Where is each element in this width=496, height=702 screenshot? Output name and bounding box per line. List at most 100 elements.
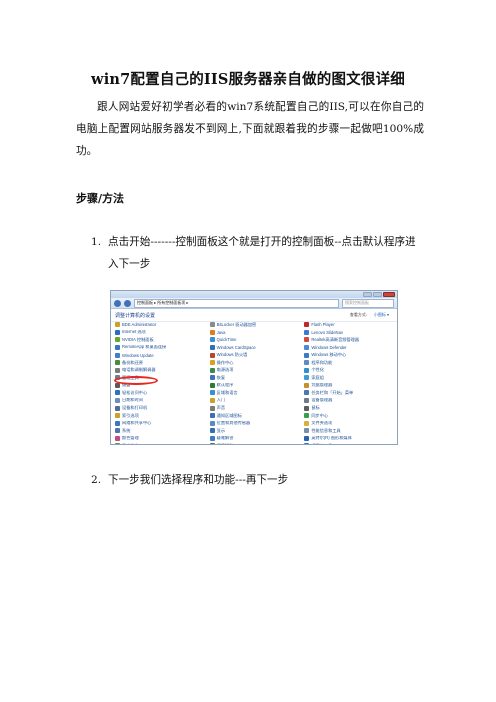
control-panel-item-icon xyxy=(115,337,120,343)
control-panel-item: 同步中心 xyxy=(304,413,393,419)
control-panel-item-label: 显示 xyxy=(216,428,226,433)
control-panel-item: 通知区域图标 xyxy=(209,413,299,419)
forward-icon xyxy=(124,299,131,307)
search-field: 搜索控制面板 xyxy=(342,298,394,308)
control-panel-item-icon xyxy=(209,367,215,373)
red-circle-highlight xyxy=(114,376,158,385)
control-panel-item: 语音识别 xyxy=(209,443,299,444)
control-panel-item: 电源选项 xyxy=(209,367,299,373)
step-text: 下一步我们选择程序和功能---再下一步 xyxy=(108,474,289,486)
control-panel-item-label: 轻松访问中心 xyxy=(122,390,148,395)
control-panel-item-icon xyxy=(115,420,120,426)
control-panel-item-label: 任务栏和「开始」菜单 xyxy=(311,390,354,395)
control-panel-item-icon xyxy=(209,397,215,403)
control-panel-item: 凭据管理器 xyxy=(304,383,393,388)
intro-paragraph: 跟人网站爱好初学者必看的win7系统配置自己的IIS,可以在你自己的电脑上配置网… xyxy=(76,101,424,157)
control-panel-item: 恢复 xyxy=(209,375,299,381)
view-mode: 小图标 ▾ xyxy=(373,312,389,317)
control-panel-item-label: 电话和调制解调器 xyxy=(122,367,156,373)
step-number: 1. xyxy=(91,236,102,248)
control-panel-item-icon xyxy=(209,344,215,350)
control-panel-item-icon xyxy=(209,413,215,419)
control-panel-item: 桌面小工具 xyxy=(304,443,393,444)
maximize-icon xyxy=(373,292,382,297)
control-panel-item: Lenovo SlideNav xyxy=(304,329,393,335)
control-panel-item: 系统 xyxy=(115,428,204,434)
control-panel-item: 颜色管理 xyxy=(115,436,204,441)
control-panel-item-icon xyxy=(115,329,120,335)
control-panel-item-icon xyxy=(304,382,310,388)
control-panel-item-label: Java xyxy=(216,329,226,335)
control-panel-item-icon xyxy=(304,360,310,366)
control-panel-item-icon xyxy=(209,435,215,441)
control-panel-item-icon xyxy=(209,428,215,434)
control-panel-item-label: 操作中心 xyxy=(216,359,234,365)
control-panel-item-icon xyxy=(209,375,215,381)
control-panel-item-icon xyxy=(304,375,310,381)
minimize-icon xyxy=(363,292,372,297)
control-panel-item-icon xyxy=(115,322,120,328)
control-panel-item-icon xyxy=(115,367,120,373)
control-panel-item-label: BitLocker 驱动器加密 xyxy=(216,322,257,327)
control-panel-item-label: 用户帐户 xyxy=(122,443,139,444)
control-panel-item: Windows 防火墙 xyxy=(209,352,299,358)
control-panel-item-icon xyxy=(209,360,215,366)
view-by-label: 查看方式: xyxy=(349,312,367,317)
control-panel-item-icon xyxy=(115,443,120,444)
control-panel-item-icon xyxy=(115,435,120,441)
control-panel-item-icon xyxy=(304,322,310,328)
control-panel-item-label: Windows 移动中心 xyxy=(311,352,347,358)
control-panel-item-icon xyxy=(304,435,310,441)
control-panel-item: Windows Defender xyxy=(304,344,393,350)
control-panel-item: NVIDIA 控制面板 xyxy=(115,337,204,343)
control-panel-item-label: 文件夹选项 xyxy=(311,420,333,426)
control-panel-item-label: RemoteApp 和桌面连接 xyxy=(122,344,167,350)
document-title: win7配置自己的IIS服务器亲自做的图文很详细 xyxy=(91,71,405,88)
window-titlebar xyxy=(111,291,397,298)
control-panel-item-icon xyxy=(304,390,310,396)
control-panel-item: 默认程序 xyxy=(209,383,299,388)
control-panel-item: 电话和调制解调器 xyxy=(115,367,204,373)
control-panel-item: Windows CardSpace xyxy=(209,344,299,350)
control-panel-item-icon xyxy=(115,397,120,403)
control-panel-item-label: 区域和语言 xyxy=(216,390,238,395)
control-panel-item-icon xyxy=(209,405,215,411)
back-icon xyxy=(114,299,121,307)
control-panel-item: BDE Administrator xyxy=(115,322,204,328)
control-panel-item-icon xyxy=(304,397,310,403)
control-panel-item-label: 设备管理器 xyxy=(311,397,333,403)
control-panel-item-label: 凭据管理器 xyxy=(311,382,333,388)
control-panel-item-label: Windows 防火墙 xyxy=(216,352,248,358)
control-panel-item: 区域和语言 xyxy=(209,390,299,396)
control-panel-item-label: 入门 xyxy=(216,397,226,403)
control-panel-item: RemoteApp 和桌面连接 xyxy=(115,345,204,350)
control-panel-item: 性能信息和工具 xyxy=(304,428,393,434)
control-panel-item-icon xyxy=(304,413,310,419)
control-panel-item-icon xyxy=(209,337,215,343)
control-panel-item-label: 疑难解答 xyxy=(216,435,234,441)
control-panel-item-icon xyxy=(115,428,120,434)
control-panel-item: Windows 移动中心 xyxy=(304,352,393,358)
control-panel-item-label: 个性化 xyxy=(311,367,324,373)
control-panel-item: 鼠标 xyxy=(304,405,393,411)
control-panel-item-icon xyxy=(304,352,310,358)
control-panel-item: 入门 xyxy=(209,397,299,403)
control-panel-item-icon xyxy=(304,405,310,411)
control-panel-item-label: 日期和时间 xyxy=(122,397,143,403)
control-panel-items: BDE Administrator BitLocker 驱动器加密 Flash Pl… xyxy=(115,322,393,444)
control-panel-item-label: Windows Defender xyxy=(311,344,347,350)
control-panel-item-label: NVIDIA 控制面板 xyxy=(122,337,154,342)
control-panel-item: 备份和还原 xyxy=(115,360,204,366)
control-panel-item-label: Windows Update xyxy=(122,352,154,358)
control-panel-item-icon xyxy=(209,443,215,444)
control-panel-item-icon xyxy=(304,443,310,444)
control-panel-item-icon xyxy=(304,344,310,350)
control-panel-item-icon xyxy=(304,337,310,343)
control-panel-item: 日期和时间 xyxy=(115,398,204,403)
control-panel-item: 疑难解答 xyxy=(209,435,299,441)
control-panel-item: 位置和其他传感器 xyxy=(209,421,299,426)
control-panel-item: 声音 xyxy=(209,405,299,411)
control-panel-item: 设备和打印机 xyxy=(115,405,204,411)
control-panel-item-label: 索引选项 xyxy=(122,412,139,418)
control-panel-item: Internet 选项 xyxy=(115,330,204,335)
